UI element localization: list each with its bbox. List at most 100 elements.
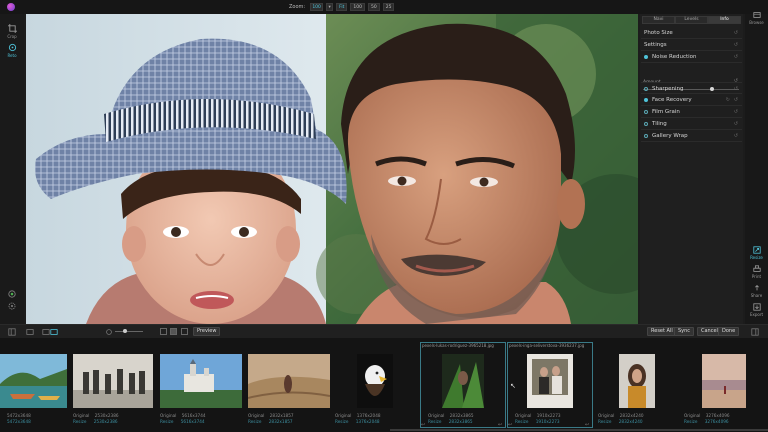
thumbnail-eagle[interactable] bbox=[357, 354, 393, 408]
photo-canvas[interactable] bbox=[26, 14, 638, 324]
top-bar: Zoom: 100 ▾ Fit 100 50 25 bbox=[0, 0, 768, 14]
module-label: Browse bbox=[749, 20, 764, 25]
enabled-toggle-icon[interactable] bbox=[644, 109, 648, 114]
zoom-100-button[interactable]: 100 bbox=[350, 3, 365, 11]
module-print[interactable]: Print bbox=[745, 265, 768, 279]
background-square-icon[interactable] bbox=[170, 328, 177, 335]
settings-gear-icon[interactable] bbox=[8, 302, 16, 310]
module-share[interactable]: Share bbox=[745, 284, 768, 298]
zoom-50-button[interactable]: 50 bbox=[367, 3, 380, 11]
zoom-fit-button[interactable]: Fit bbox=[336, 3, 348, 11]
original-dimensions: 2832x3865 bbox=[449, 413, 474, 418]
sync-arrow-icon[interactable]: ↩ bbox=[498, 422, 502, 428]
section-label: Face Recovery bbox=[652, 97, 692, 103]
enabled-toggle-icon[interactable] bbox=[644, 133, 648, 138]
section-gallery-wrap[interactable]: Gallery Wrap ↺ bbox=[641, 130, 742, 142]
reset-icon[interactable]: ↺ bbox=[734, 39, 738, 51]
tab-levels[interactable]: Levels bbox=[675, 16, 708, 24]
module-rail: Browse Resize Print Share Export bbox=[745, 11, 768, 326]
crop-tool[interactable]: Crop bbox=[2, 24, 22, 39]
resize-dimensions: 3276x4096 bbox=[704, 419, 729, 424]
retouch-tool-label: Reto bbox=[7, 53, 17, 58]
sync-arrow-icon[interactable]: ↩ bbox=[421, 422, 425, 428]
tab-navi[interactable]: Navi bbox=[642, 16, 675, 24]
section-film-grain[interactable]: Film Grain ↺ bbox=[641, 106, 742, 118]
retouch-tool[interactable]: Reto bbox=[2, 43, 22, 58]
thumbnail-meta: Original 2832x1857 Resize 2832x1857 bbox=[248, 413, 294, 425]
thumbnail-vintage-group[interactable] bbox=[73, 354, 153, 408]
share-icon bbox=[754, 285, 759, 291]
original-label: Original bbox=[160, 413, 177, 418]
reset-icon[interactable]: ↺ bbox=[734, 106, 738, 118]
retouch-icon bbox=[8, 43, 16, 52]
view-slider-track[interactable] bbox=[115, 331, 143, 332]
zoom-value-field[interactable]: 100 bbox=[310, 3, 324, 11]
view-slider-thumb[interactable] bbox=[123, 329, 127, 333]
section-tiling[interactable]: Tiling ↺ bbox=[641, 118, 742, 130]
resize-label: Resize bbox=[515, 419, 529, 424]
section-settings[interactable]: Settings ↺ bbox=[641, 39, 742, 51]
reset-icon[interactable]: ↺ bbox=[734, 27, 738, 39]
thumbnail-meta: Original 1376x2048 Resize 1376x2048 bbox=[335, 413, 381, 425]
split-view-icon[interactable] bbox=[42, 328, 58, 336]
app-window: Zoom: 100 ▾ Fit 100 50 25 Crop Reto Navi… bbox=[0, 0, 768, 432]
portrait-photo bbox=[26, 14, 638, 324]
thumbnail-castle[interactable] bbox=[160, 354, 242, 408]
section-face-recovery[interactable]: Face Recovery ↻ ↺ bbox=[641, 94, 742, 106]
thumbnail-polaroid[interactable] bbox=[527, 354, 573, 408]
right-panel-toggle-icon[interactable] bbox=[751, 328, 759, 336]
zoom-stepper[interactable]: ▾ bbox=[326, 3, 334, 11]
thumbnail-boats[interactable] bbox=[0, 354, 67, 408]
resize-dimensions: 2832x1857 bbox=[268, 419, 293, 424]
reset-icon[interactable]: ↺ bbox=[734, 51, 738, 63]
done-button[interactable]: Done bbox=[718, 327, 740, 336]
module-export[interactable]: Export bbox=[745, 303, 768, 317]
panel-toggle-icon[interactable] bbox=[8, 328, 16, 336]
module-label: Print bbox=[751, 274, 762, 279]
section-label: Sharpening bbox=[652, 86, 684, 92]
thumbnail-meta: 5472x3648 5472x3648 bbox=[7, 413, 31, 425]
resize-dimensions: 1376x2048 bbox=[355, 419, 380, 424]
section-noise-reduction[interactable]: Noise Reduction ↺ bbox=[641, 51, 742, 63]
compare-icon[interactable]: ↻ bbox=[726, 94, 730, 106]
zoom-25-button[interactable]: 25 bbox=[382, 3, 395, 11]
brightness-icon[interactable] bbox=[105, 328, 113, 336]
preview-button[interactable]: Preview bbox=[193, 327, 221, 336]
compare-square-icon[interactable] bbox=[160, 328, 167, 335]
overlay-square-icon[interactable] bbox=[181, 328, 188, 335]
thumbnail-beach[interactable] bbox=[702, 354, 746, 408]
module-resize[interactable]: Resize bbox=[745, 246, 768, 260]
thumbnail-fern-woman[interactable] bbox=[442, 354, 484, 408]
tab-info[interactable]: Info bbox=[708, 16, 741, 24]
reset-icon[interactable]: ↺ bbox=[734, 130, 738, 142]
single-view-icon[interactable] bbox=[26, 328, 34, 336]
section-sharpening[interactable]: Sharpening ↺ bbox=[641, 82, 742, 94]
enabled-toggle-icon[interactable] bbox=[644, 121, 648, 126]
original-label: Original bbox=[515, 413, 532, 418]
section-photo-size[interactable]: Photo Size ↺ bbox=[641, 27, 742, 39]
original-label: Original bbox=[684, 413, 701, 418]
app-logo-icon bbox=[7, 3, 15, 11]
thumbnail-sand-dunes[interactable] bbox=[248, 354, 330, 408]
crop-tool-label: Crop bbox=[7, 34, 17, 39]
sync-arrow-icon[interactable]: ↩ bbox=[585, 422, 589, 428]
section-label: Film Grain bbox=[652, 109, 680, 115]
enabled-toggle-icon[interactable] bbox=[644, 54, 648, 59]
resize-dimensions: 1910x2273 bbox=[535, 419, 560, 424]
thumbnail-portrait-woman[interactable] bbox=[619, 354, 655, 408]
reset-icon[interactable]: ↺ bbox=[734, 118, 738, 130]
module-browse[interactable]: Browse bbox=[745, 11, 768, 25]
sync-button[interactable]: Sync bbox=[674, 327, 695, 336]
reset-all-button[interactable]: Reset All bbox=[647, 327, 677, 336]
resize-label: Resize bbox=[335, 419, 349, 424]
enabled-toggle-icon[interactable] bbox=[644, 86, 648, 91]
thumbnail-meta: Original 2832x3865 Resize 2832x3865 bbox=[428, 413, 474, 425]
sync-arrow-icon[interactable]: ↩ bbox=[508, 422, 512, 428]
reset-icon[interactable]: ↺ bbox=[734, 94, 738, 106]
resize-dimensions: 5616x3744 bbox=[180, 419, 205, 424]
mask-icon[interactable] bbox=[8, 290, 16, 298]
original-label: Original bbox=[335, 413, 352, 418]
original-label: Original bbox=[73, 413, 90, 418]
filmstrip-scrollbar[interactable] bbox=[390, 429, 768, 431]
enabled-toggle-icon[interactable] bbox=[644, 97, 648, 102]
